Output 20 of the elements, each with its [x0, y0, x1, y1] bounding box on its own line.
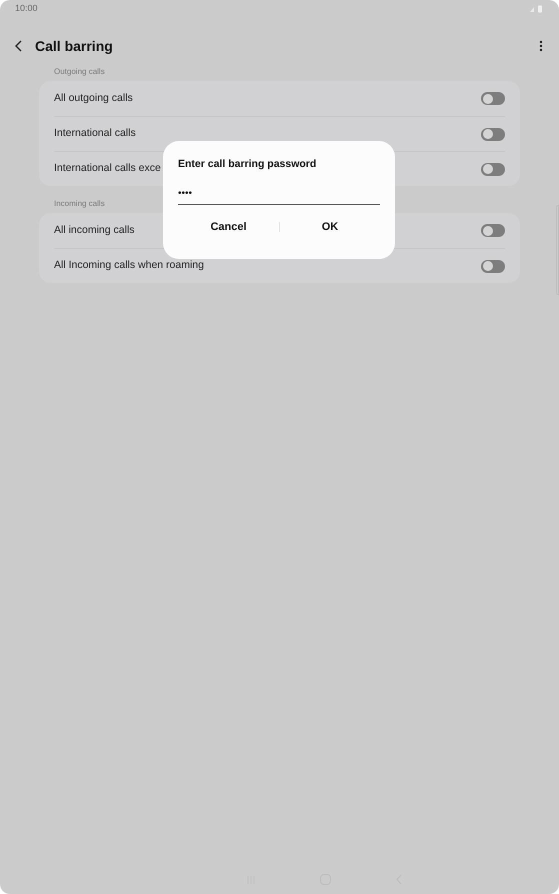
toggle-switch[interactable]: [481, 162, 505, 176]
toggle-switch[interactable]: [481, 260, 505, 272]
toggle-switch[interactable]: [481, 224, 505, 237]
setting-label[interactable]: All Incoming calls when roaming: [54, 258, 204, 274]
setting-label[interactable]: International calls exce: [54, 161, 161, 177]
section-label: Incoming calls: [54, 198, 106, 210]
setting-label[interactable]: All incoming calls: [54, 222, 135, 238]
page-title: Call barring: [35, 36, 113, 56]
dialog-title: Enter call barring password: [178, 157, 318, 172]
status-time: 10:00: [15, 2, 38, 16]
dialog-button[interactable]: OK: [280, 212, 380, 241]
toggle-switch[interactable]: [481, 128, 505, 140]
section-label: Outgoing calls: [54, 66, 106, 78]
setting-label[interactable]: International calls: [54, 126, 136, 142]
more-options-icon[interactable]: [539, 40, 543, 52]
setting-label[interactable]: All outgoing calls: [54, 90, 133, 106]
dialog-button[interactable]: Cancel: [178, 212, 279, 241]
toggle-switch[interactable]: [481, 92, 505, 105]
battery-icon: [530, 5, 544, 13]
password-field[interactable]: ••••: [178, 182, 380, 205]
